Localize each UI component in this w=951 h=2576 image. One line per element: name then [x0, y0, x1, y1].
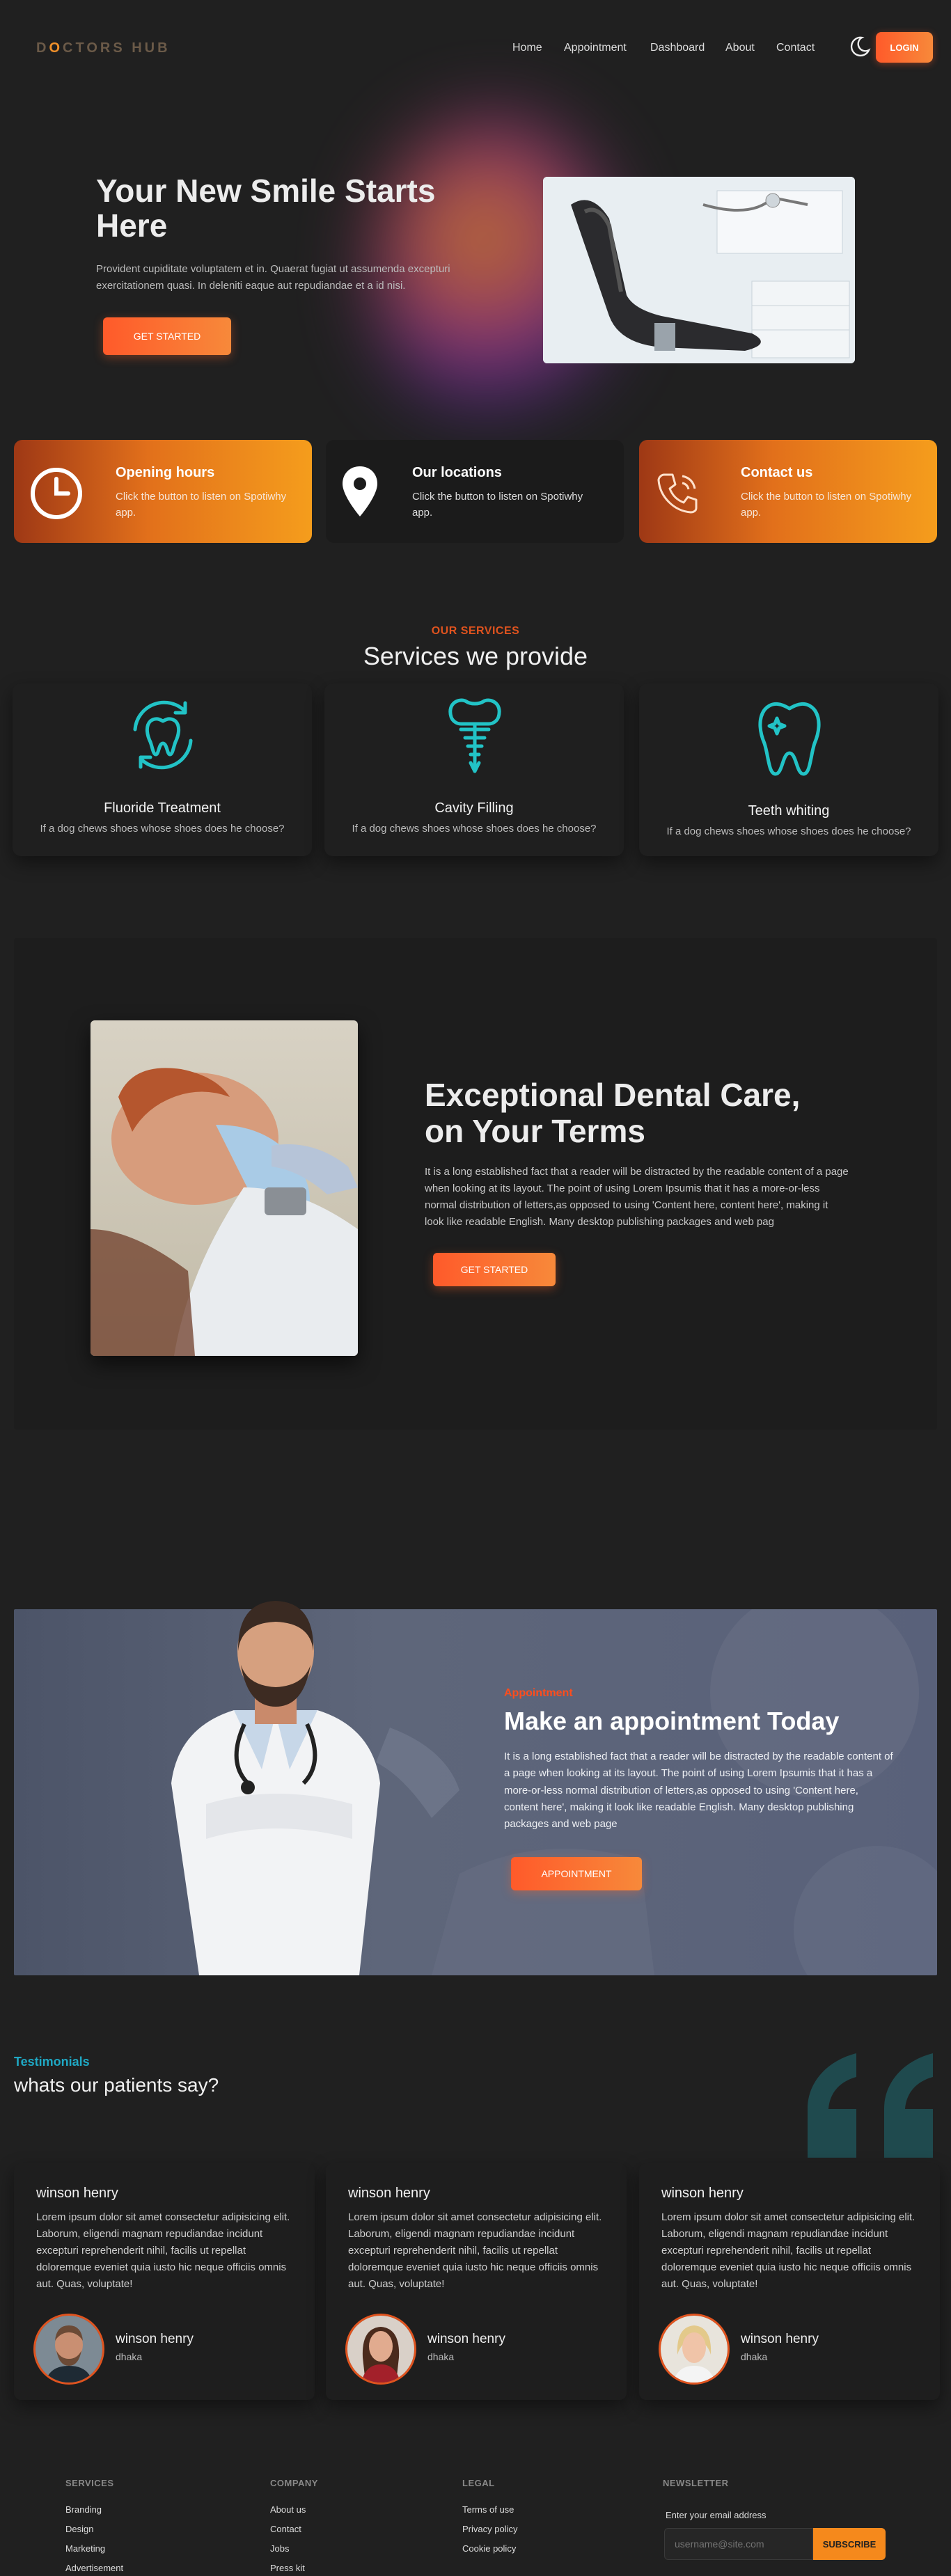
testimonial-heading: winson henry	[36, 2186, 118, 2201]
footer-link-about-us[interactable]: About us	[270, 2504, 306, 2515]
service-name: Cavity Filling	[434, 800, 514, 816]
contact-us-card[interactable]: Contact us Click the button to listen on…	[639, 440, 937, 543]
feature-description: It is a long established fact that a rea…	[425, 1166, 849, 1228]
doctor-image	[150, 1574, 401, 1975]
service-description: If a dog chews shoes whose shoes does he…	[666, 825, 911, 837]
card-title: Opening hours	[116, 465, 215, 480]
hero-title: Your New Smile Starts Here	[96, 173, 436, 244]
testimonial-author: winson henry	[741, 2332, 819, 2346]
avatar	[345, 2314, 416, 2385]
newsletter-email-input[interactable]	[664, 2528, 813, 2560]
testimonial-location: dhaka	[427, 2351, 455, 2362]
our-locations-card[interactable]: Our locations Click the button to listen…	[326, 440, 624, 543]
footer-link-marketing[interactable]: Marketing	[65, 2543, 105, 2554]
brand-logo[interactable]: DOCTORS HUB	[36, 40, 171, 56]
footer-link-branding[interactable]: Branding	[65, 2504, 102, 2515]
service-card-fluoride[interactable]: Fluoride Treatment If a dog chews shoes …	[13, 683, 312, 856]
footer-services-heading: SERVICES	[65, 2478, 114, 2488]
footer-link-jobs[interactable]: Jobs	[270, 2543, 289, 2554]
service-card-whitening[interactable]: Teeth whiting If a dog chews shoes whose…	[639, 683, 938, 856]
card-text: Click the button to listen on Spotiwhy a…	[412, 491, 583, 519]
testimonial-author: winson henry	[116, 2332, 194, 2346]
dental-patient-image	[91, 1020, 358, 1356]
opening-hours-card[interactable]: Opening hours Click the button to listen…	[14, 440, 312, 543]
login-button[interactable]: LOGIN	[876, 32, 933, 63]
footer-legal-heading: LEGAL	[462, 2478, 495, 2488]
service-name: Fluoride Treatment	[104, 800, 221, 816]
card-title: Contact us	[741, 465, 813, 480]
hero-description: Provident cupiditate voluptatem et in. Q…	[96, 263, 450, 292]
nav-dashboard[interactable]: Dashboard	[650, 42, 705, 54]
card-text: Click the button to listen on Spotiwhy a…	[741, 491, 912, 519]
subscribe-button[interactable]: SUBSCRIBE	[813, 2528, 886, 2560]
footer-link-cookie[interactable]: Cookie policy	[462, 2543, 516, 2554]
nav-about[interactable]: About	[725, 42, 755, 54]
appointment-kicker: Appointment	[504, 1687, 573, 1699]
testimonial-card: winson henry Lorem ipsum dolor sit amet …	[14, 2163, 315, 2400]
testimonial-location: dhaka	[741, 2351, 768, 2362]
avatar	[659, 2314, 730, 2385]
sparkle-tooth-icon	[750, 693, 828, 786]
service-card-cavity[interactable]: Cavity Filling If a dog chews shoes whos…	[324, 683, 624, 856]
footer-company-heading: COMPANY	[270, 2478, 318, 2488]
testimonial-body: Lorem ipsum dolor sit amet consectetur a…	[348, 2211, 602, 2290]
services-title: Services we provide	[363, 642, 588, 670]
nav-appointment[interactable]: Appointment	[564, 42, 627, 54]
testimonial-heading: winson henry	[661, 2186, 744, 2201]
footer-newsletter-heading: NEWSLETTER	[663, 2478, 729, 2488]
testimonial-author: winson henry	[427, 2332, 505, 2346]
testimonial-location: dhaka	[116, 2351, 143, 2362]
card-text: Click the button to listen on Spotiwhy a…	[116, 491, 287, 519]
appointment-title: Make an appointment Today	[504, 1707, 840, 1735]
nav-home[interactable]: Home	[512, 42, 542, 54]
services-kicker: OUR SERVICES	[431, 625, 520, 637]
feature-get-started-button[interactable]: GET STARTED	[433, 1253, 556, 1286]
testimonial-body: Lorem ipsum dolor sit amet consectetur a…	[661, 2211, 915, 2290]
feature-title: Exceptional Dental Care, on Your Terms	[425, 1077, 801, 1149]
testimonials-title: whats our patients say?	[14, 2074, 219, 2096]
map-pin-icon	[338, 464, 382, 523]
card-title: Our locations	[412, 465, 502, 480]
dental-implant-icon	[436, 693, 514, 783]
service-description: If a dog chews shoes whose shoes does he…	[40, 823, 285, 835]
footer-link-design[interactable]: Design	[65, 2524, 93, 2534]
testimonial-card: winson henry Lorem ipsum dolor sit amet …	[639, 2163, 940, 2400]
appointment-description: It is a long established fact that a rea…	[504, 1751, 893, 1831]
phone-icon	[653, 468, 703, 521]
moon-icon[interactable]	[848, 35, 872, 58]
nav-contact[interactable]: Contact	[776, 42, 815, 54]
footer-link-terms[interactable]: Terms of use	[462, 2504, 514, 2515]
testimonial-body: Lorem ipsum dolor sit amet consectetur a…	[36, 2211, 290, 2290]
appointment-button[interactable]: APPOINTMENT	[511, 1857, 642, 1890]
testimonial-heading: winson henry	[348, 2186, 430, 2201]
clock-icon	[28, 465, 85, 526]
testimonial-card: winson henry Lorem ipsum dolor sit amet …	[326, 2163, 627, 2400]
testimonials-kicker: Testimonials	[14, 2055, 90, 2069]
service-description: If a dog chews shoes whose shoes does he…	[352, 823, 597, 835]
avatar	[33, 2314, 104, 2385]
footer-link-press-kit[interactable]: Press kit	[270, 2563, 305, 2573]
footer-link-advertisement[interactable]: Advertisement	[65, 2563, 123, 2573]
quote-mark-icon	[808, 2053, 933, 2158]
footer-link-privacy[interactable]: Privacy policy	[462, 2524, 517, 2534]
hero-get-started-button[interactable]: GET STARTED	[103, 317, 231, 355]
tooth-refresh-icon	[121, 693, 205, 780]
service-name: Teeth whiting	[748, 803, 830, 819]
footer-link-contact[interactable]: Contact	[270, 2524, 301, 2534]
newsletter-label: Enter your email address	[666, 2510, 767, 2520]
dental-chair-image	[543, 177, 855, 363]
